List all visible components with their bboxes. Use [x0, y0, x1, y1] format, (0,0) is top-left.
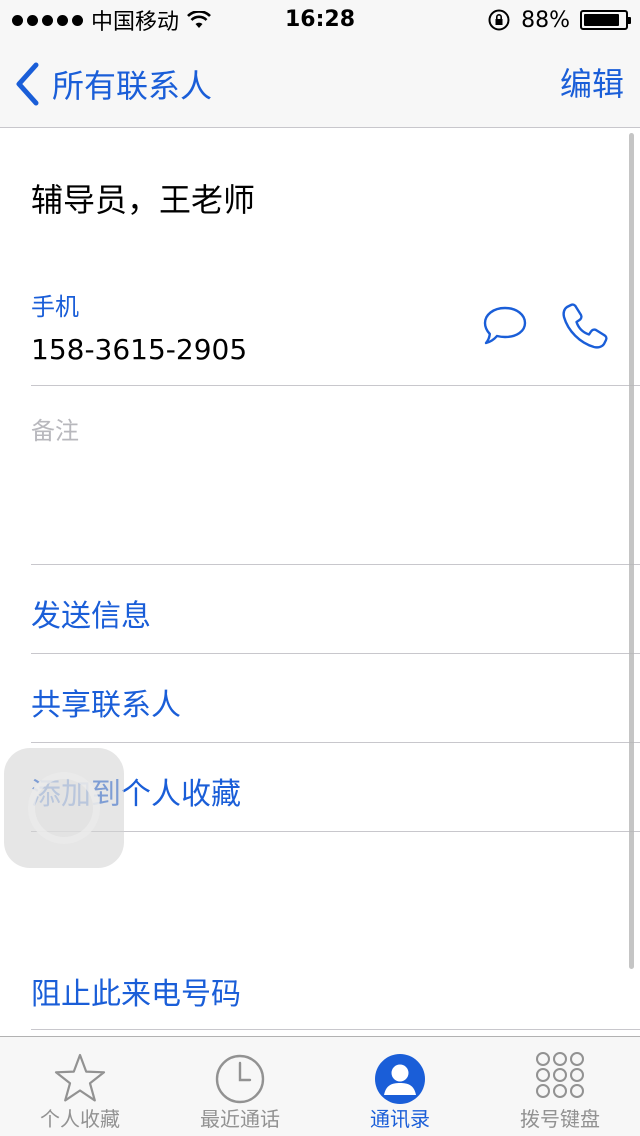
battery-fill	[584, 14, 620, 26]
divider	[31, 564, 640, 565]
assistive-touch-button[interactable]	[4, 748, 124, 868]
star-icon	[52, 1051, 108, 1107]
scroll-indicator	[629, 133, 634, 969]
battery-percent: 88%	[521, 7, 570, 33]
share-contact-button[interactable]: 共享联系人	[31, 680, 181, 724]
divider	[31, 385, 640, 386]
tab-label: 通讯录	[370, 1107, 430, 1131]
send-message-button[interactable]: 发送信息	[31, 591, 151, 635]
tab-label: 个人收藏	[40, 1107, 120, 1131]
divider	[31, 1029, 640, 1030]
status-right: 88%	[487, 0, 631, 40]
tab-label: 最近通话	[200, 1107, 280, 1131]
keypad-icon	[532, 1051, 588, 1107]
tab-label: 拨号键盘	[520, 1107, 600, 1131]
tab-favorites[interactable]: 个人收藏	[0, 1037, 160, 1136]
contact-name: 辅导员，王老师	[31, 181, 256, 219]
contact-detail: 辅导员，王老师 手机 158-3615-2905 备注 发送信息 共享联系人 添…	[0, 129, 640, 1036]
block-caller-button[interactable]: 阻止此来电号码	[31, 969, 241, 1013]
clock-icon	[212, 1051, 268, 1107]
phone-number[interactable]: 158-3615-2905	[31, 333, 247, 366]
back-button-label: 所有联系人	[52, 67, 213, 105]
phone-label: 手机	[31, 293, 79, 321]
notes-field[interactable]: 备注	[31, 411, 79, 446]
battery-icon	[580, 10, 631, 30]
message-bubble-icon[interactable]	[482, 305, 528, 347]
tab-bar: 个人收藏 最近通话 通讯录 拨号键盘	[0, 1036, 640, 1136]
contacts-icon	[372, 1051, 428, 1107]
tab-recents[interactable]: 最近通话	[160, 1037, 320, 1136]
tab-contacts[interactable]: 通讯录	[320, 1037, 480, 1136]
navigation-bar: 所有联系人 编辑	[0, 40, 640, 128]
rotation-lock-icon	[488, 9, 510, 31]
phone-handset-icon[interactable]	[560, 301, 610, 351]
divider	[31, 653, 640, 654]
divider	[31, 742, 640, 743]
tab-keypad[interactable]: 拨号键盘	[480, 1037, 640, 1136]
status-bar: 中国移动 16:28 88%	[0, 0, 640, 40]
assistive-touch-icon	[28, 772, 100, 844]
edit-button[interactable]: 编辑	[560, 40, 624, 128]
chevron-left-icon	[16, 62, 39, 106]
back-button[interactable]: 所有联系人	[14, 40, 212, 128]
